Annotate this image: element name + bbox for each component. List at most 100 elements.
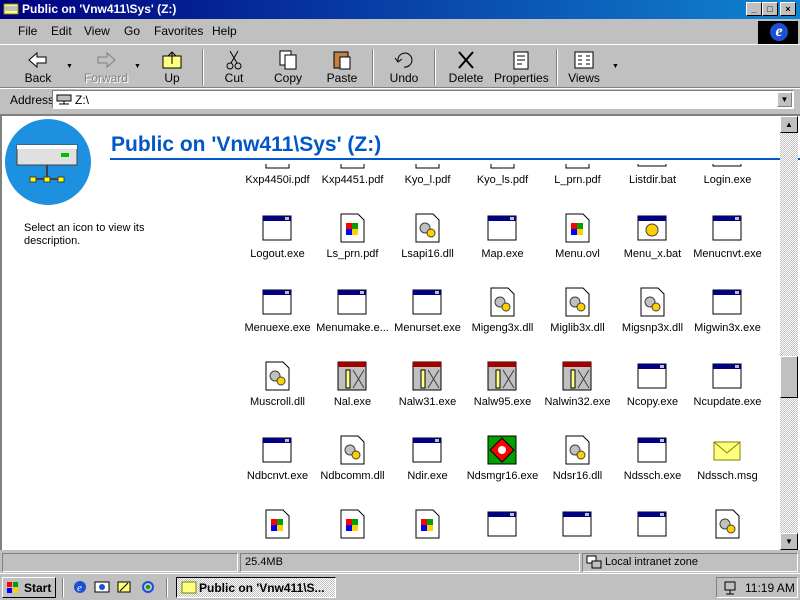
close-button[interactable]: × xyxy=(780,2,796,16)
pdf-icon xyxy=(415,164,440,169)
properties-button[interactable]: Properties xyxy=(494,47,549,87)
toolbar-separator xyxy=(372,49,374,85)
file-item[interactable] xyxy=(390,508,465,550)
delete-button[interactable]: Delete xyxy=(446,47,486,87)
menu-go[interactable]: Go xyxy=(124,24,140,38)
file-item[interactable]: Ndsmgr16.exe xyxy=(465,434,540,509)
undo-button[interactable]: Undo xyxy=(384,47,424,87)
file-item[interactable]: Kyo_l.pdf xyxy=(390,164,465,213)
dll-icon xyxy=(340,435,365,465)
back-button[interactable]: Back ▼ xyxy=(16,47,73,87)
scroll-thumb[interactable] xyxy=(780,356,798,398)
scroll-up-button[interactable]: ▲ xyxy=(780,116,798,133)
network-tray-icon[interactable] xyxy=(722,580,738,596)
file-name: Logout.exe xyxy=(250,248,305,260)
file-item[interactable]: Ncopy.exe xyxy=(615,360,690,435)
paste-button[interactable]: Paste xyxy=(322,47,362,87)
show-desktop-icon[interactable] xyxy=(116,579,132,595)
file-item[interactable]: Menumake.e... xyxy=(315,286,390,361)
file-item[interactable]: Lsapi16.dll xyxy=(390,212,465,287)
up-button[interactable]: Up xyxy=(152,47,192,87)
file-item[interactable]: Ndbcomm.dll xyxy=(315,434,390,509)
file-item[interactable]: Nal.exe xyxy=(315,360,390,435)
file-item[interactable] xyxy=(615,508,690,550)
file-item[interactable]: Migsnp3x.dll xyxy=(615,286,690,361)
title-rule xyxy=(110,158,800,160)
file-item[interactable]: Listdir.bat xyxy=(615,164,690,213)
views-dropdown-icon[interactable]: ▼ xyxy=(612,63,619,70)
file-item[interactable]: Ndssch.exe xyxy=(615,434,690,509)
file-item[interactable] xyxy=(690,508,765,550)
address-dropdown-button[interactable]: ▼ xyxy=(777,92,792,107)
file-item[interactable]: Menurset.exe xyxy=(390,286,465,361)
file-item[interactable]: Login.exe xyxy=(690,164,765,213)
maximize-button[interactable]: □ xyxy=(762,2,778,16)
file-item[interactable]: Muscroll.dll xyxy=(240,360,315,435)
file-item[interactable]: Kyo_ls.pdf xyxy=(465,164,540,213)
menu-favorites[interactable]: Favorites xyxy=(154,24,203,38)
file-item[interactable]: Map.exe xyxy=(465,212,540,287)
file-item[interactable] xyxy=(465,508,540,550)
file-item[interactable]: Migeng3x.dll xyxy=(465,286,540,361)
file-item[interactable]: Menu.ovl xyxy=(540,212,615,287)
minimize-button[interactable]: _ xyxy=(746,2,762,16)
exe-icon xyxy=(712,164,742,167)
file-item[interactable]: Ndir.exe xyxy=(390,434,465,509)
file-item[interactable]: Menu_x.bat xyxy=(615,212,690,287)
file-item[interactable]: Ndsr16.dll xyxy=(540,434,615,509)
file-name: Ncupdate.exe xyxy=(693,396,762,408)
taskbar-window-label: Public on 'Vnw411\S... xyxy=(199,581,325,595)
file-item[interactable]: Nalw31.exe xyxy=(390,360,465,435)
channels-icon[interactable] xyxy=(140,579,156,595)
file-item[interactable]: Logout.exe xyxy=(240,212,315,287)
file-name: Migwin3x.exe xyxy=(694,322,761,334)
outlook-express-icon[interactable] xyxy=(94,579,110,595)
exe-icon xyxy=(412,289,442,315)
clock[interactable]: 11:19 AM xyxy=(745,581,795,595)
file-item[interactable]: Ndbcnvt.exe xyxy=(240,434,315,509)
scroll-down-button[interactable]: ▼ xyxy=(780,533,798,550)
back-arrow-icon xyxy=(28,51,47,69)
file-item[interactable]: Migwin3x.exe xyxy=(690,286,765,361)
pdf-icon xyxy=(490,164,515,169)
file-item[interactable]: Menuexe.exe xyxy=(240,286,315,361)
file-item[interactable]: Kxp4451.pdf xyxy=(315,164,390,213)
vertical-scrollbar[interactable]: ▲ ▼ xyxy=(780,116,798,550)
file-item[interactable]: Kxp4450i.pdf xyxy=(240,164,315,213)
start-button[interactable]: Start xyxy=(2,577,56,598)
back-dropdown-icon[interactable]: ▼ xyxy=(66,63,73,70)
file-name: Kyo_ls.pdf xyxy=(476,174,529,186)
menu-help[interactable]: Help xyxy=(212,24,237,38)
address-value: Z:\ xyxy=(75,93,89,107)
internet-explorer-icon[interactable]: e xyxy=(72,579,88,595)
file-item[interactable]: Ncupdate.exe xyxy=(690,360,765,435)
file-item[interactable]: L_prn.pdf xyxy=(540,164,615,213)
file-item[interactable]: Ndssch.msg xyxy=(690,434,765,509)
folder-view[interactable]: Public on 'Vnw411\Sys' (Z:) Select an ic… xyxy=(0,114,800,550)
address-field[interactable]: Z:\ ▼ xyxy=(52,90,794,109)
address-label: Address xyxy=(10,93,55,107)
quicklaunch-separator xyxy=(62,578,64,597)
forward-dropdown-icon[interactable]: ▼ xyxy=(134,63,141,70)
title-bar[interactable]: Public on 'Vnw411\Sys' (Z:) _ □ × xyxy=(0,0,800,19)
file-item[interactable]: Nalw95.exe xyxy=(465,360,540,435)
copy-button[interactable]: Copy xyxy=(268,47,308,87)
cut-button[interactable]: Cut xyxy=(214,47,254,87)
file-item[interactable] xyxy=(240,508,315,550)
address-bar: Address Z:\ ▼ xyxy=(0,88,800,110)
file-item[interactable] xyxy=(315,508,390,550)
file-item[interactable]: Nalwin32.exe xyxy=(540,360,615,435)
forward-button[interactable]: Forward ▼ xyxy=(82,47,141,87)
taskbar-window-button[interactable]: Public on 'Vnw411\S... xyxy=(176,577,336,598)
file-item[interactable]: Menucnvt.exe xyxy=(690,212,765,287)
windows-flag-icon xyxy=(7,582,18,593)
file-item[interactable] xyxy=(540,508,615,550)
menu-file[interactable]: File xyxy=(18,24,37,38)
delete-label: Delete xyxy=(448,71,484,85)
views-button[interactable]: Views ▼ xyxy=(564,47,619,87)
menu-view[interactable]: View xyxy=(84,24,110,38)
exe-icon xyxy=(262,437,292,463)
menu-edit[interactable]: Edit xyxy=(51,24,72,38)
file-item[interactable]: Ls_prn.pdf xyxy=(315,212,390,287)
file-item[interactable]: Miglib3x.dll xyxy=(540,286,615,361)
